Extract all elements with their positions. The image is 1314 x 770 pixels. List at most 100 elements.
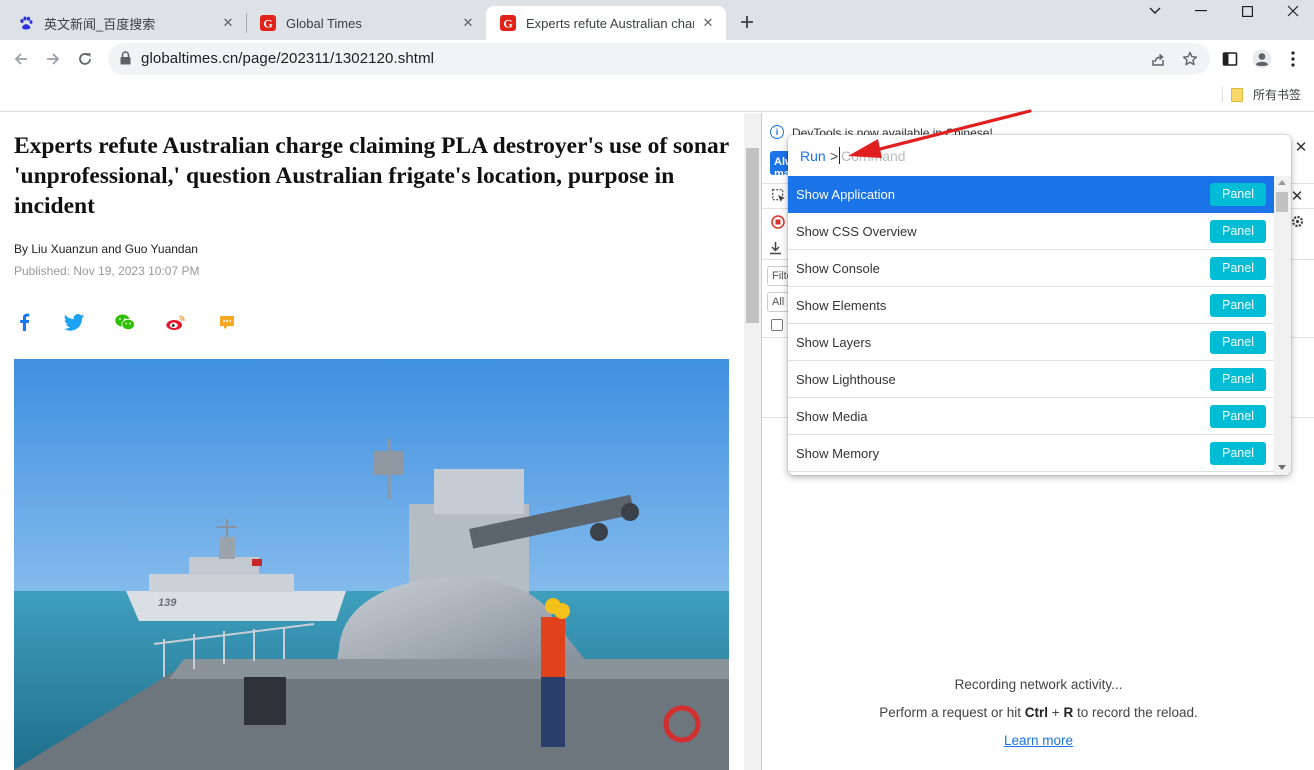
tab-title: Global Times bbox=[286, 15, 362, 31]
tab-global-times[interactable]: G Global Times ✕ bbox=[246, 6, 486, 40]
scroll-up-arrow-icon[interactable] bbox=[1278, 180, 1286, 185]
all-bookmarks-label: 所有书签 bbox=[1253, 88, 1302, 102]
panel-badge: Panel bbox=[1210, 294, 1266, 317]
new-tab-button[interactable] bbox=[734, 9, 760, 35]
baidu-paw-icon bbox=[18, 15, 34, 31]
article-page: Experts refute Australian charge claimin… bbox=[0, 113, 744, 770]
close-window-button[interactable] bbox=[1270, 0, 1314, 22]
recording-status-text: Recording network activity... bbox=[954, 677, 1123, 692]
panel-badge: Panel bbox=[1210, 405, 1266, 428]
reload-hint-suffix: to record the reload. bbox=[1073, 705, 1198, 720]
article-headline: Experts refute Australian charge claimin… bbox=[14, 133, 729, 219]
twitter-icon[interactable] bbox=[63, 311, 85, 333]
svg-text:G: G bbox=[503, 17, 512, 31]
globaltimes-g-icon: G bbox=[260, 15, 276, 31]
close-tab-icon[interactable]: ✕ bbox=[460, 15, 476, 31]
chevron-down-icon bbox=[1149, 7, 1161, 14]
globaltimes-g-icon: G bbox=[500, 15, 516, 31]
bookmarks-bar: 所有书签 bbox=[0, 78, 1314, 112]
share-icon[interactable] bbox=[1148, 49, 1168, 69]
lock-icon[interactable] bbox=[120, 51, 131, 70]
all-bookmarks-folder[interactable]: 所有书签 bbox=[1231, 86, 1301, 103]
command-list-scrollbar[interactable] bbox=[1274, 176, 1291, 475]
command-label: Show Memory bbox=[796, 446, 880, 461]
inspect-element-icon[interactable] bbox=[772, 189, 786, 206]
learn-more-link[interactable]: Learn more bbox=[1004, 733, 1073, 748]
plus-separator: + bbox=[1048, 705, 1064, 720]
article-published-date: Published: Nov 19, 2023 10:07 PM bbox=[14, 264, 200, 278]
facebook-icon[interactable] bbox=[13, 311, 35, 333]
r-key-label: R bbox=[1063, 705, 1074, 720]
tab-title: 英文新闻_百度搜索 bbox=[44, 16, 156, 32]
panel-badge: Panel bbox=[1210, 331, 1266, 354]
ctrl-key-label: Ctrl bbox=[1024, 705, 1049, 720]
command-item-show-application[interactable]: Show Application Panel bbox=[788, 176, 1274, 213]
command-item-show-elements[interactable]: Show Elements Panel bbox=[788, 287, 1274, 324]
network-settings-gear-icon[interactable] bbox=[1290, 214, 1305, 232]
command-label: Show Application bbox=[796, 187, 896, 202]
record-stop-icon[interactable] bbox=[771, 215, 785, 232]
bookmark-star-icon[interactable] bbox=[1180, 49, 1200, 69]
kebab-menu-icon[interactable] bbox=[1283, 49, 1303, 69]
side-panel-icon[interactable] bbox=[1220, 49, 1240, 69]
ship-hull-number: 139 bbox=[158, 597, 177, 609]
command-item-show-layers[interactable]: Show Layers Panel bbox=[788, 324, 1274, 361]
tab-search-button[interactable] bbox=[1132, 0, 1178, 22]
command-placeholder: Command bbox=[841, 148, 906, 164]
weibo-icon[interactable] bbox=[165, 311, 187, 333]
wechat-icon[interactable] bbox=[114, 311, 136, 333]
command-label: Show Layers bbox=[796, 335, 872, 350]
folder-icon bbox=[1231, 87, 1243, 102]
arrow-right-icon bbox=[47, 53, 60, 65]
close-tab-icon[interactable]: ✕ bbox=[220, 15, 236, 31]
url-text[interactable]: globaltimes.cn/page/202311/1302120.shtml bbox=[141, 50, 434, 67]
address-bar[interactable]: globaltimes.cn/page/202311/1302120.shtml bbox=[108, 43, 1210, 75]
command-label: Show Lighthouse bbox=[796, 372, 896, 387]
plus-icon bbox=[741, 16, 753, 28]
command-item-show-css-overview[interactable]: Show CSS Overview Panel bbox=[788, 213, 1274, 250]
minimize-button[interactable] bbox=[1178, 0, 1224, 22]
command-label: Show Media bbox=[796, 409, 868, 424]
command-input[interactable]: Run > Command bbox=[788, 135, 1291, 176]
reload-hint: Perform a request or hit Ctrl + R to rec… bbox=[762, 705, 1314, 720]
tab-strip: 英文新闻_百度搜索 ✕ G Global Times ✕ G Experts r… bbox=[0, 0, 1314, 40]
page-scrollbar[interactable] bbox=[744, 113, 761, 770]
reload-icon bbox=[79, 53, 91, 65]
bookmarks-separator bbox=[1222, 86, 1223, 102]
command-item-show-media[interactable]: Show Media Panel bbox=[788, 398, 1274, 435]
tab-title: Experts refute Australian charge claimin… bbox=[526, 15, 694, 31]
command-item-show-console[interactable]: Show Console Panel bbox=[788, 250, 1274, 287]
back-button[interactable] bbox=[7, 45, 35, 73]
tab-baidu[interactable]: 英文新闻_百度搜索 ✕ bbox=[4, 6, 246, 40]
maximize-button[interactable] bbox=[1224, 0, 1270, 22]
command-item-show-lighthouse[interactable]: Show Lighthouse Panel bbox=[788, 361, 1274, 398]
close-infobar-icon[interactable]: ✕ bbox=[1294, 139, 1308, 156]
comment-icon[interactable] bbox=[216, 311, 238, 333]
svg-text:G: G bbox=[263, 17, 272, 31]
panel-badge: Panel bbox=[1210, 183, 1266, 206]
reload-button[interactable] bbox=[71, 45, 99, 73]
command-item-show-memory[interactable]: Show Memory Panel bbox=[788, 435, 1274, 472]
command-prompt: > bbox=[830, 148, 839, 164]
page-scrollbar-thumb[interactable] bbox=[746, 148, 759, 323]
forward-button[interactable] bbox=[39, 45, 67, 73]
command-list: Show Application Panel Show CSS Overview… bbox=[788, 176, 1274, 475]
close-tab-icon[interactable]: ✕ bbox=[700, 15, 716, 31]
command-list-scrollbar-thumb[interactable] bbox=[1276, 192, 1288, 212]
tab-experts-refute[interactable]: G Experts refute Australian charge claim… bbox=[486, 6, 726, 40]
import-har-icon[interactable] bbox=[769, 241, 782, 258]
minimize-icon bbox=[1195, 10, 1207, 12]
article-photo: 139 bbox=[14, 359, 729, 770]
scroll-down-arrow-icon[interactable] bbox=[1278, 465, 1286, 470]
browser-toolbar: globaltimes.cn/page/202311/1302120.shtml bbox=[0, 40, 1314, 78]
info-icon: i bbox=[770, 125, 784, 139]
checkbox[interactable] bbox=[771, 319, 783, 331]
arrow-left-icon bbox=[14, 53, 27, 65]
profile-avatar-icon[interactable] bbox=[1252, 49, 1272, 69]
match-language-button[interactable]: Always match Chrome's language bbox=[770, 151, 790, 175]
reload-hint-prefix: Perform a request or hit bbox=[879, 705, 1025, 720]
maximize-icon bbox=[1241, 5, 1253, 17]
panel-badge: Panel bbox=[1210, 257, 1266, 280]
close-devtools-icon[interactable]: ✕ bbox=[1290, 188, 1304, 205]
command-label: Show Elements bbox=[796, 298, 887, 313]
